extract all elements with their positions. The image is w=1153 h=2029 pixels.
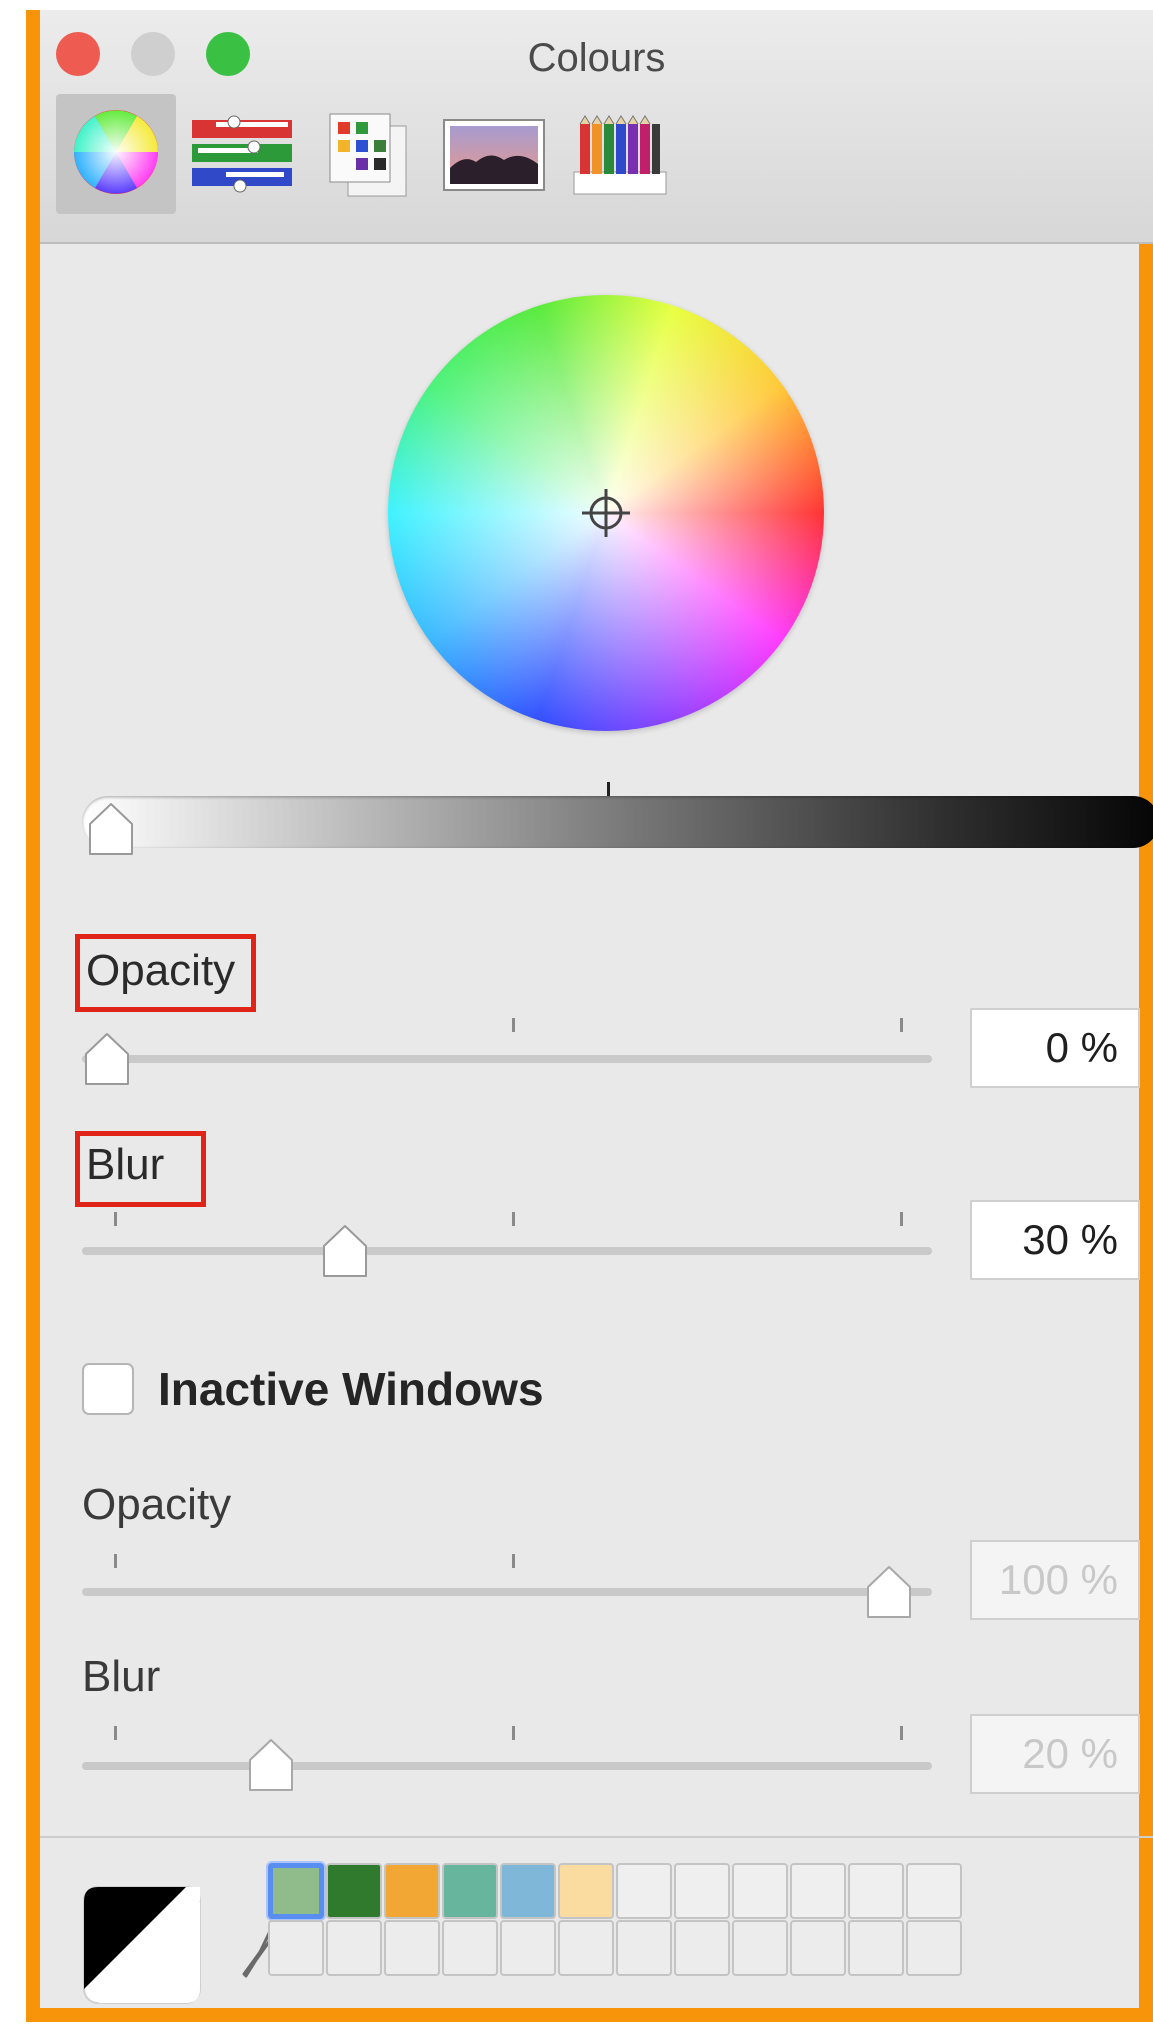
colour-swatch[interactable]	[268, 1863, 324, 1919]
colour-swatch[interactable]	[674, 1863, 730, 1919]
inactive-windows-checkbox[interactable]	[82, 1363, 134, 1415]
colour-swatch[interactable]	[848, 1920, 904, 1976]
colour-swatch[interactable]	[616, 1920, 672, 1976]
blur-tick	[114, 1212, 117, 1226]
blur-tick	[900, 1212, 903, 1226]
crosshair-icon[interactable]	[578, 485, 634, 541]
titlebar-toolbar: Colours	[40, 10, 1153, 244]
colour-swatch[interactable]	[326, 1920, 382, 1976]
inactive-blur-tick	[512, 1726, 515, 1740]
colour-wheel-icon	[74, 110, 158, 194]
blur-slider-thumb[interactable]	[322, 1224, 368, 1278]
opacity-value-field[interactable]: 0 %	[970, 1008, 1140, 1088]
inactive-opacity-tick	[114, 1554, 117, 1568]
blur-value-field[interactable]: 30 %	[970, 1200, 1140, 1280]
colour-swatch[interactable]	[616, 1863, 672, 1919]
tab-pencils[interactable]	[560, 94, 680, 214]
current-colour-well[interactable]	[82, 1885, 202, 2005]
colour-swatch[interactable]	[790, 1920, 846, 1976]
tab-image-palettes[interactable]	[434, 94, 554, 214]
opacity-slider-thumb[interactable]	[84, 1032, 130, 1086]
colour-sliders-icon	[192, 115, 292, 193]
opacity-tick	[900, 1018, 903, 1032]
colour-swatch[interactable]	[500, 1863, 556, 1919]
colour-swatch[interactable]	[732, 1863, 788, 1919]
colour-swatch[interactable]	[558, 1863, 614, 1919]
blur-slider[interactable]	[82, 1247, 932, 1255]
bottom-divider	[40, 1836, 1153, 1838]
colour-swatch[interactable]	[906, 1863, 962, 1919]
colour-swatch[interactable]	[500, 1920, 556, 1976]
colour-palettes-icon	[329, 113, 407, 197]
colour-swatch[interactable]	[790, 1863, 846, 1919]
opacity-label-highlight	[75, 934, 256, 1012]
inactive-windows-label: Inactive Windows	[158, 1363, 544, 1415]
colour-swatch[interactable]	[848, 1863, 904, 1919]
colour-swatch[interactable]	[326, 1863, 382, 1919]
inactive-blur-label: Blur	[82, 1652, 161, 1701]
colour-swatch[interactable]	[384, 1920, 440, 1976]
window-title: Colours	[527, 36, 666, 80]
inactive-blur-tick	[900, 1726, 903, 1740]
inactive-opacity-tick	[512, 1554, 515, 1568]
blur-label-highlight	[75, 1131, 206, 1207]
colour-swatch[interactable]	[384, 1863, 440, 1919]
colour-swatch[interactable]	[732, 1920, 788, 1976]
inactive-opacity-value-field[interactable]: 100 %	[970, 1540, 1140, 1620]
colours-panel: Colours Opacity 0 % Blur 30 % Inactive W…	[26, 10, 1153, 2022]
screenshot-frame: Colours Opacity 0 % Blur 30 % Inactive W…	[0, 0, 1153, 2029]
opacity-tick	[512, 1018, 515, 1032]
inactive-blur-slider-thumb[interactable]	[248, 1738, 294, 1792]
inactive-blur-value-field[interactable]: 20 %	[970, 1714, 1140, 1794]
colour-swatch[interactable]	[268, 1920, 324, 1976]
colour-swatch[interactable]	[674, 1920, 730, 1976]
colour-swatch[interactable]	[558, 1920, 614, 1976]
inactive-opacity-slider-thumb[interactable]	[866, 1565, 912, 1619]
pencils-icon	[573, 115, 667, 195]
tab-colour-palettes[interactable]	[308, 94, 428, 214]
brightness-slider[interactable]	[82, 796, 1153, 848]
colour-swatch[interactable]	[906, 1920, 962, 1976]
tab-colour-wheel[interactable]	[56, 94, 176, 214]
colour-swatch[interactable]	[442, 1863, 498, 1919]
opacity-slider[interactable]	[82, 1055, 932, 1063]
colour-swatch[interactable]	[442, 1920, 498, 1976]
inactive-blur-tick	[114, 1726, 117, 1740]
inactive-opacity-label: Opacity	[82, 1480, 232, 1529]
inactive-opacity-slider[interactable]	[82, 1588, 932, 1596]
tab-colour-sliders[interactable]	[182, 94, 302, 214]
blur-tick	[512, 1212, 515, 1226]
image-palettes-icon	[443, 119, 545, 191]
brightness-slider-thumb[interactable]	[88, 802, 134, 856]
inactive-blur-slider[interactable]	[82, 1762, 932, 1770]
